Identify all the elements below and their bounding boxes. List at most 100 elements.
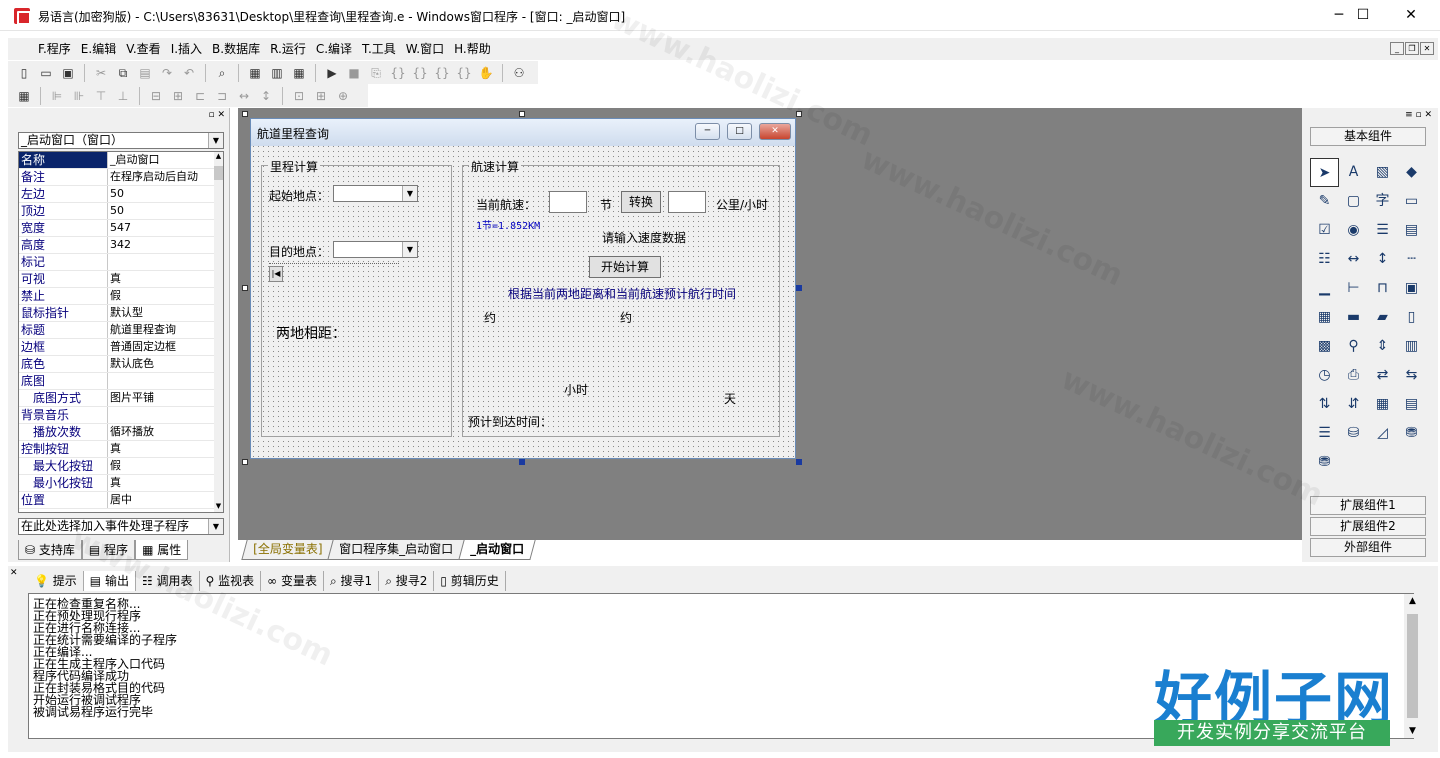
resize-handle[interactable] bbox=[796, 111, 802, 117]
property-row[interactable]: 底图方式 图片平铺 bbox=[19, 390, 223, 407]
picture-box-icon[interactable]: ▧ bbox=[1368, 158, 1397, 187]
menu-program[interactable]: F.程序 bbox=[8, 38, 76, 58]
property-row[interactable]: 名称 _启动窗口 bbox=[19, 152, 223, 169]
tab-window-program-set[interactable]: 窗口程序集_启动窗口 bbox=[327, 540, 466, 560]
color-picker-icon[interactable]: ▩ bbox=[1310, 332, 1339, 361]
resize-handle[interactable] bbox=[519, 459, 525, 465]
radio-icon[interactable]: ◉ bbox=[1339, 216, 1368, 245]
chevron-down-icon[interactable]: ▼ bbox=[402, 186, 417, 201]
property-value[interactable]: 循环播放 bbox=[108, 424, 223, 440]
property-value[interactable]: 真 bbox=[108, 475, 223, 491]
property-row[interactable]: 播放次数 循环播放 bbox=[19, 424, 223, 441]
run-to-cursor-icon[interactable]: {} bbox=[454, 63, 474, 83]
scroll-up-icon[interactable]: ▲ bbox=[214, 152, 223, 162]
calculator-icon[interactable]: ▦ bbox=[14, 86, 34, 106]
center-horizontal-icon[interactable]: ⊟ bbox=[146, 86, 166, 106]
property-value[interactable]: 普通固定边框 bbox=[108, 339, 223, 355]
extension-components-1-button[interactable]: 扩展组件1 bbox=[1310, 496, 1426, 515]
property-row[interactable]: 最小化按钮真 bbox=[19, 475, 223, 492]
tab-hints[interactable]: 💡 提示 bbox=[28, 571, 84, 591]
data-exchange-icon[interactable]: ⇄ bbox=[1368, 361, 1397, 390]
basic-components-button[interactable]: 基本组件 bbox=[1310, 127, 1426, 146]
step-out-icon[interactable]: {} bbox=[432, 63, 452, 83]
event-select[interactable]: 在此处选择加入事件处理子程序 ▼ bbox=[18, 518, 224, 535]
resize-handle[interactable] bbox=[242, 285, 248, 291]
designed-form-window[interactable]: 航道里程查询 ─ □ ✕ 里程计算 起始地点： ▼ 目的地点： ▼ |◀ 两地相… bbox=[250, 118, 796, 459]
property-value[interactable]: 航道里程查询 bbox=[108, 322, 223, 338]
mdi-minimize-icon[interactable]: _ bbox=[1390, 42, 1404, 55]
scroll-thumb[interactable] bbox=[1407, 614, 1418, 718]
property-value[interactable]: 默认型 bbox=[108, 305, 223, 321]
align-right-icon[interactable]: ⊪ bbox=[69, 86, 89, 106]
slider-thumb[interactable]: |◀ bbox=[269, 266, 283, 282]
property-value[interactable]: _启动窗口 bbox=[108, 152, 223, 168]
scroll-bar-icon[interactable]: ↔ bbox=[1339, 245, 1368, 274]
drive-box-icon[interactable]: ▬ bbox=[1339, 303, 1368, 332]
panel-pin-close-icon[interactable]: ▫ ✕ bbox=[208, 110, 225, 120]
step-over-icon[interactable]: {} bbox=[410, 63, 430, 83]
resize-handle[interactable] bbox=[242, 459, 248, 465]
separator-icon[interactable]: ┄ bbox=[1397, 245, 1426, 274]
align-top-icon[interactable]: ⊤ bbox=[91, 86, 111, 106]
resize-handle[interactable] bbox=[796, 459, 802, 465]
property-value[interactable]: 50 bbox=[108, 186, 223, 202]
output-scrollbar[interactable]: ▲ ▼ bbox=[1404, 594, 1421, 738]
chevron-down-icon[interactable]: ▼ bbox=[402, 242, 417, 257]
step-into-icon[interactable]: {} bbox=[388, 63, 408, 83]
property-scrollbar[interactable]: ▲ ▼ bbox=[214, 152, 223, 512]
resize-handle[interactable] bbox=[242, 111, 248, 117]
property-value[interactable]: 假 bbox=[108, 458, 223, 474]
property-row[interactable]: 最大化按钮假 bbox=[19, 458, 223, 475]
layout-3-icon[interactable]: ▦ bbox=[289, 63, 309, 83]
slider-track[interactable]: |◀ bbox=[269, 263, 399, 283]
find-icon[interactable]: ⌕ bbox=[212, 63, 232, 83]
property-value[interactable]: 真 bbox=[108, 271, 223, 287]
property-row[interactable]: 底色 默认底色 bbox=[19, 356, 223, 373]
property-row[interactable]: 备注 在程序启动后自动 bbox=[19, 169, 223, 186]
paste-icon[interactable]: ▤ bbox=[135, 63, 155, 83]
tab-output[interactable]: ▤ 输出 bbox=[83, 571, 136, 591]
align-bottom-icon[interactable]: ⊥ bbox=[113, 86, 133, 106]
select-list-icon[interactable]: ☷ bbox=[1310, 245, 1339, 274]
scroll-down-icon[interactable]: ▼ bbox=[1404, 726, 1421, 736]
mdi-close-icon[interactable]: ✕ bbox=[1420, 42, 1434, 55]
start-calculation-button[interactable]: 开始计算 bbox=[589, 256, 661, 278]
property-value[interactable] bbox=[108, 407, 223, 423]
scroll-down-icon[interactable]: ▼ bbox=[214, 502, 223, 512]
same-size-icon[interactable]: ⊡ bbox=[289, 86, 309, 106]
calendar-icon[interactable]: ▦ bbox=[1310, 303, 1339, 332]
menu-help[interactable]: H.帮助 bbox=[449, 38, 496, 58]
stop-icon[interactable]: ■ bbox=[344, 63, 364, 83]
tab-program[interactable]: ▤ 程序 bbox=[81, 540, 136, 560]
resize-handle[interactable] bbox=[796, 285, 802, 291]
grid-table-icon[interactable]: ▦ bbox=[1368, 390, 1397, 419]
shape-icon[interactable]: ◆ bbox=[1397, 158, 1426, 187]
form-minimize-icon[interactable]: ─ bbox=[695, 123, 720, 140]
property-row[interactable]: 左边 50 bbox=[19, 186, 223, 203]
form-close-icon[interactable]: ✕ bbox=[759, 123, 791, 140]
odbc-icon[interactable]: ⛃ bbox=[1397, 419, 1426, 448]
menu-insert[interactable]: I.插入 bbox=[166, 38, 207, 58]
property-row[interactable]: 控制按钮真 bbox=[19, 441, 223, 458]
space-vertical-icon[interactable]: ↕ bbox=[256, 86, 276, 106]
clock-icon[interactable]: ◷ bbox=[1310, 361, 1339, 390]
tab-clip-history[interactable]: ▯ 剪辑历史 bbox=[434, 571, 506, 591]
resize-handle[interactable] bbox=[519, 111, 525, 117]
hyperlink-icon[interactable]: ⚲ bbox=[1339, 332, 1368, 361]
property-value[interactable]: 居中 bbox=[108, 492, 223, 508]
spinner-icon[interactable]: ⇕ bbox=[1368, 332, 1397, 361]
grid-icon[interactable]: ⊞ bbox=[311, 86, 331, 106]
property-row[interactable]: 宽度 547 bbox=[19, 220, 223, 237]
network-client-icon[interactable]: ⇅ bbox=[1310, 390, 1339, 419]
layout-2-icon[interactable]: ▥ bbox=[267, 63, 287, 83]
copy-icon[interactable]: ⧉ bbox=[113, 63, 133, 83]
printer-icon[interactable]: ⎙ bbox=[1339, 361, 1368, 390]
layout-1-icon[interactable]: ▦ bbox=[245, 63, 265, 83]
binoculars-icon[interactable]: ⚇ bbox=[509, 63, 529, 83]
property-row[interactable]: 边框 普通固定边框 bbox=[19, 339, 223, 356]
new-file-icon[interactable]: ▯ bbox=[14, 63, 34, 83]
kmh-input[interactable] bbox=[668, 191, 706, 213]
pointer-icon[interactable]: ➤ bbox=[1310, 158, 1339, 187]
scroll-thumb[interactable] bbox=[214, 166, 223, 180]
network-server-icon[interactable]: ⇵ bbox=[1339, 390, 1368, 419]
